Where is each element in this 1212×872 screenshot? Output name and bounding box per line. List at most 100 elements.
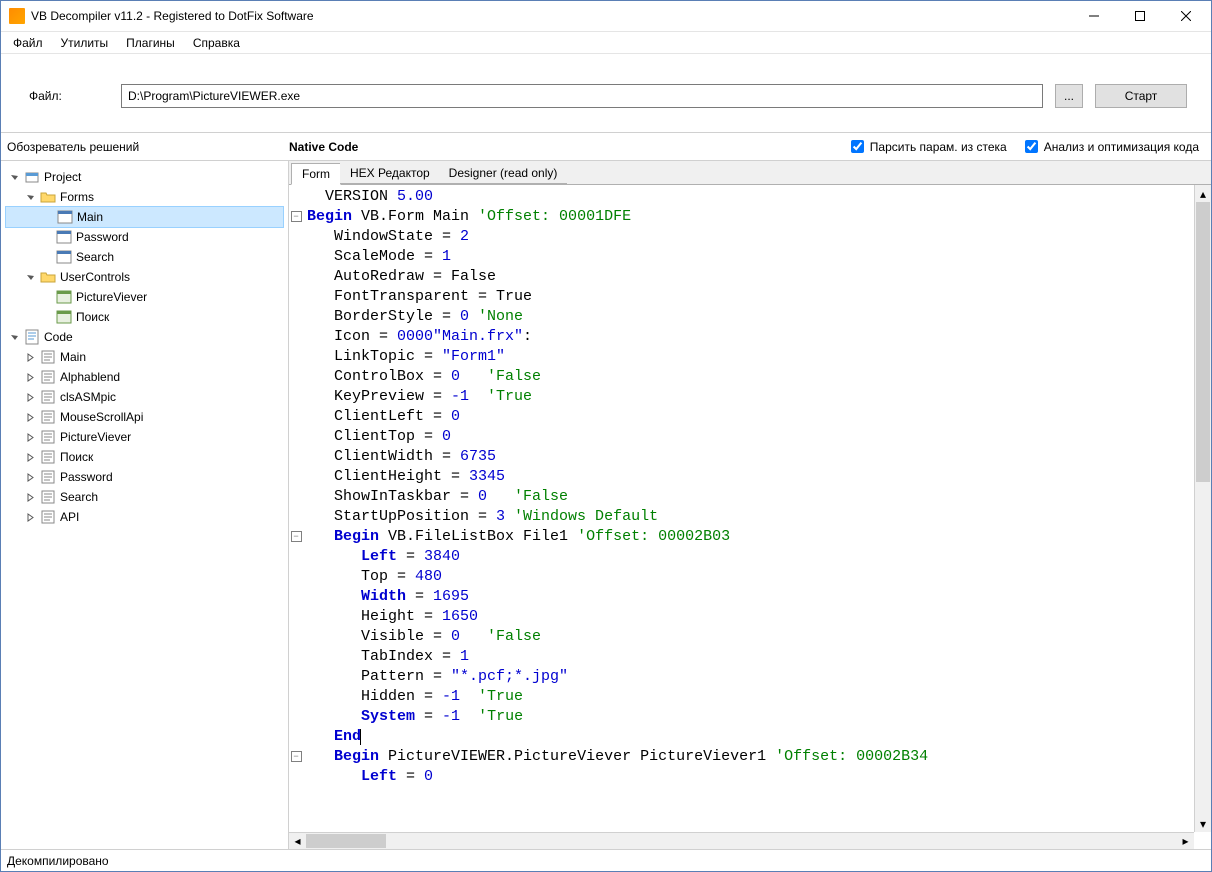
close-button[interactable] [1163, 1, 1209, 31]
tree-label: Code [44, 327, 73, 347]
expand-icon[interactable] [41, 292, 52, 303]
file-path-input[interactable] [121, 84, 1043, 108]
expand-icon[interactable] [41, 312, 52, 323]
tree-icon [56, 249, 72, 265]
tab-form[interactable]: Form [291, 163, 341, 185]
expand-icon[interactable] [25, 512, 36, 523]
menu-plugins[interactable]: Плагины [118, 34, 183, 52]
expand-icon[interactable] [25, 352, 36, 363]
file-label: Файл: [29, 89, 109, 103]
expand-icon[interactable] [25, 492, 36, 503]
tree-icon [40, 189, 56, 205]
checkbox-optimize-input[interactable] [1025, 140, 1038, 153]
menu-file[interactable]: Файл [5, 34, 51, 52]
tree-icon [56, 289, 72, 305]
expand-icon[interactable] [41, 232, 52, 243]
tree-form-password[interactable]: Password [5, 227, 284, 247]
tree-form-main[interactable]: Main [5, 206, 284, 228]
tree-label: UserControls [60, 267, 130, 287]
tree-icon [40, 269, 56, 285]
tree-code-item[interactable]: Search [5, 487, 284, 507]
menu-help[interactable]: Справка [185, 34, 248, 52]
tree-code-item[interactable]: MouseScrollApi [5, 407, 284, 427]
scroll-left-icon[interactable]: ◂ [289, 833, 306, 849]
tree-usercontrols[interactable]: UserControls [5, 267, 284, 287]
editor-tabs: Form HEX Редактор Designer (read only) [289, 161, 1211, 185]
tree-code-item[interactable]: Main [5, 347, 284, 367]
tree-label: Password [76, 227, 129, 247]
expand-icon[interactable] [25, 432, 36, 443]
tree-label: Main [77, 207, 103, 227]
tree-label: Project [44, 167, 81, 187]
tree-code-item[interactable]: clsASMpic [5, 387, 284, 407]
expand-icon[interactable] [41, 252, 52, 263]
vscroll-thumb[interactable] [1196, 202, 1210, 482]
tree-label: clsASMpic [60, 387, 116, 407]
minimize-button[interactable] [1071, 1, 1117, 31]
tree-code-item[interactable]: API [5, 507, 284, 527]
menubar: Файл Утилиты Плагины Справка [1, 32, 1211, 54]
tree-icon [57, 209, 73, 225]
tree-icon [40, 389, 56, 405]
expand-icon[interactable] [42, 212, 53, 223]
tree-code-item[interactable]: PictureViever [5, 427, 284, 447]
tree-icon [24, 169, 40, 185]
scroll-right-icon[interactable]: ▸ [1177, 833, 1194, 849]
expand-icon[interactable] [25, 412, 36, 423]
status-text: Декомпилировано [7, 854, 109, 868]
tree-uc-item[interactable]: PictureViever [5, 287, 284, 307]
tree-label: Search [76, 247, 114, 267]
tree-icon [40, 429, 56, 445]
second-bar: Обозреватель решений Native Code Парсить… [1, 133, 1211, 161]
expand-icon[interactable] [9, 332, 20, 343]
scroll-up-icon[interactable]: ▴ [1195, 185, 1211, 202]
expand-icon[interactable] [25, 272, 36, 283]
editor-area[interactable]: −−− VERSION 5.00Begin VB.Form Main 'Offs… [289, 185, 1211, 849]
expand-icon[interactable] [25, 192, 36, 203]
tree-uc-item[interactable]: Поиск [5, 307, 284, 327]
tree-forms[interactable]: Forms [5, 187, 284, 207]
tab-hex[interactable]: HEX Редактор [340, 163, 440, 184]
statusbar: Декомпилировано [1, 849, 1211, 871]
start-button[interactable]: Старт [1095, 84, 1187, 108]
solution-explorer[interactable]: ProjectFormsMainPasswordSearchUserContro… [1, 161, 289, 849]
tree-icon [56, 229, 72, 245]
scroll-down-icon[interactable]: ▾ [1195, 815, 1211, 832]
tree-icon [56, 309, 72, 325]
expand-icon[interactable] [25, 452, 36, 463]
tree-code-item[interactable]: Alphablend [5, 367, 284, 387]
tree-code-item[interactable]: Password [5, 467, 284, 487]
vertical-scrollbar[interactable]: ▴ ▾ [1194, 185, 1211, 832]
horizontal-scrollbar[interactable]: ◂ ▸ [289, 832, 1194, 849]
tree-label: MouseScrollApi [60, 407, 143, 427]
tree-label: PictureViever [76, 287, 147, 307]
checkbox-parse-params[interactable]: Парсить парам. из стека [851, 140, 1007, 154]
menu-utilities[interactable]: Утилиты [53, 34, 117, 52]
titlebar: VB Decompiler v11.2 - Registered to DotF… [1, 1, 1211, 32]
expand-icon[interactable] [9, 172, 20, 183]
tree-icon [40, 509, 56, 525]
tab-designer[interactable]: Designer (read only) [439, 163, 568, 184]
tree-label: Forms [60, 187, 94, 207]
expand-icon[interactable] [25, 392, 36, 403]
tree-project[interactable]: Project [5, 167, 284, 187]
tree-icon [40, 369, 56, 385]
window-title: VB Decompiler v11.2 - Registered to DotF… [31, 9, 1071, 23]
maximize-button[interactable] [1117, 1, 1163, 31]
native-code-label: Native Code [289, 140, 833, 154]
checkbox-parse-params-input[interactable] [851, 140, 864, 153]
browse-button[interactable]: ... [1055, 84, 1083, 108]
tree-label: Поиск [60, 447, 93, 467]
tree-icon [24, 329, 40, 345]
checkbox-optimize[interactable]: Анализ и оптимизация кода [1025, 140, 1199, 154]
hscroll-thumb[interactable] [306, 834, 386, 848]
tree-form-search[interactable]: Search [5, 247, 284, 267]
tree-code[interactable]: Code [5, 327, 284, 347]
expand-icon[interactable] [25, 472, 36, 483]
expand-icon[interactable] [25, 372, 36, 383]
code-editor[interactable]: VERSION 5.00Begin VB.Form Main 'Offset: … [303, 185, 1211, 849]
solutions-label: Обозреватель решений [5, 140, 289, 154]
tree-label: Password [60, 467, 113, 487]
tree-label: Search [60, 487, 98, 507]
tree-code-item[interactable]: Поиск [5, 447, 284, 467]
